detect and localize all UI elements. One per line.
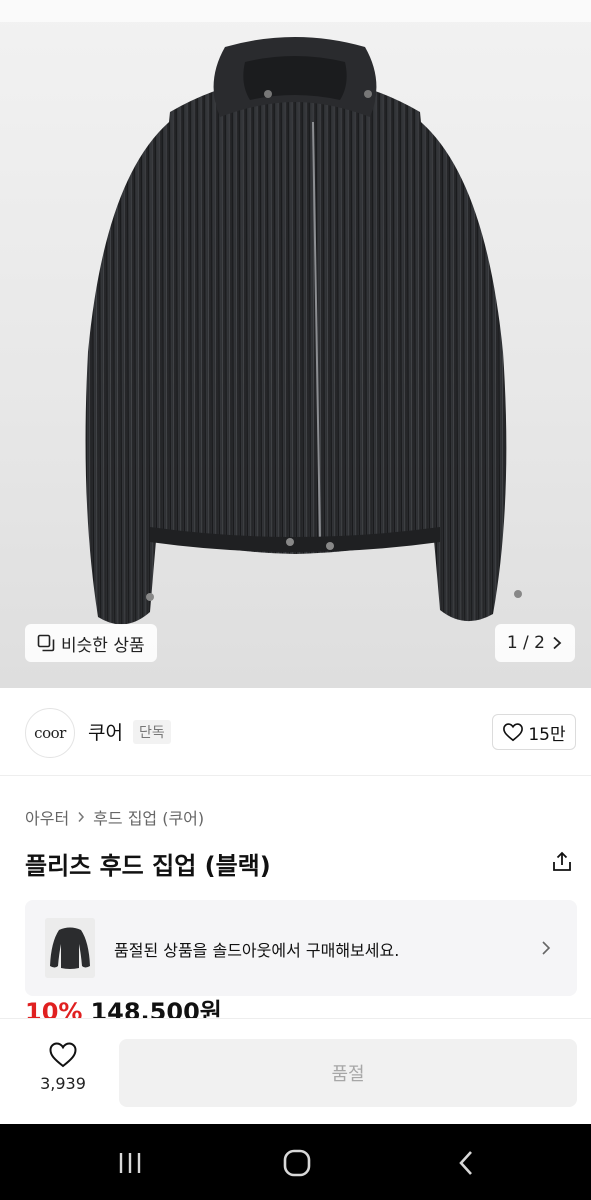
brand-logo[interactable]: coor — [25, 708, 75, 758]
pager-text: 1 / 2 — [506, 633, 545, 653]
home-icon[interactable] — [277, 1148, 317, 1178]
back-icon[interactable] — [446, 1148, 486, 1178]
product-image-carousel[interactable]: 비슷한 상품 1 / 2 — [0, 0, 591, 688]
brand-logo-text: coor — [34, 724, 66, 742]
soldout-thumbnail — [45, 918, 95, 978]
brand-like-count: 15만 — [528, 724, 566, 745]
brand-row: coor 쿠어 단독 15만 — [0, 688, 591, 776]
product-title: 플리츠 후드 집업 (블랙) — [25, 852, 271, 880]
soldout-marketplace-card[interactable]: 품절된 상품을 솔드아웃에서 구매해보세요. — [25, 900, 577, 996]
image-pager[interactable]: 1 / 2 — [494, 624, 575, 662]
product-detail-page: 비슷한 상품 1 / 2 coor 쿠어 단독 15만 아우터 후드 집업 (쿠… — [0, 0, 591, 1200]
brand-like-button[interactable]: 15만 — [492, 714, 576, 750]
soldout-purchase-button[interactable]: 품절 — [119, 1039, 577, 1107]
recent-apps-icon[interactable] — [110, 1148, 150, 1178]
chevron-right-icon — [78, 812, 85, 822]
chevron-right-icon — [553, 636, 562, 650]
breadcrumb: 아우터 후드 집업 (쿠어) — [25, 805, 204, 829]
system-navigation-bar — [0, 1124, 591, 1200]
wishlist-count: 3,939 — [40, 1074, 86, 1093]
stacked-squares-icon — [37, 634, 55, 652]
similar-products-button[interactable]: 비슷한 상품 — [25, 624, 157, 662]
chevron-right-icon — [542, 941, 551, 955]
heart-outline-icon — [49, 1042, 77, 1068]
heart-outline-icon — [503, 723, 524, 742]
product-jacket-image — [85, 37, 522, 625]
exclusive-badge: 단독 — [133, 720, 171, 744]
breadcrumb-category[interactable]: 아우터 — [25, 805, 69, 829]
breadcrumb-subcategory[interactable]: 후드 집업 (쿠어) — [93, 805, 204, 829]
share-icon[interactable] — [550, 850, 574, 874]
brand-name[interactable]: 쿠어 — [88, 718, 123, 745]
similar-products-label: 비슷한 상품 — [61, 635, 145, 656]
soldout-message: 품절된 상품을 솔드아웃에서 구매해보세요. — [114, 941, 400, 960]
purchase-bottom-bar: 3,939 품절 — [0, 1018, 591, 1124]
image-top-strip — [0, 0, 591, 22]
wishlist-button[interactable]: 3,939 — [28, 1041, 98, 1105]
